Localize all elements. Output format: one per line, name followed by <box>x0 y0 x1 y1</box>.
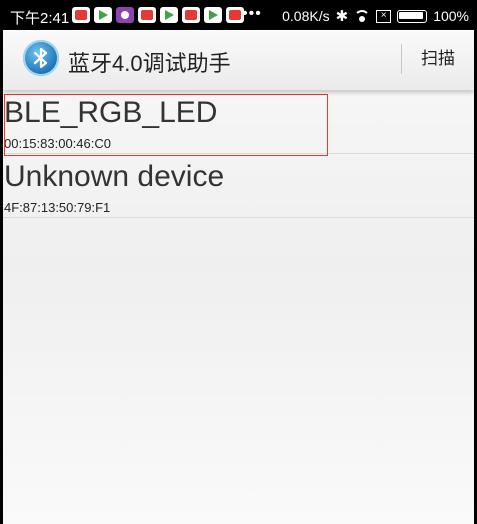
device-list: BLE_RGB_LED 00:15:83:00:46:C0 Unknown de… <box>3 90 474 524</box>
app-title: 蓝牙4.0调试助手 <box>68 51 231 76</box>
network-speed: 0.08K/s <box>282 8 330 24</box>
play-store-icon <box>204 7 222 23</box>
device-list-item[interactable]: Unknown device 4F:87:13:50:79:F1 <box>3 154 474 218</box>
more-notifications-icon: ••• <box>242 5 262 22</box>
weibo-icon <box>138 7 156 23</box>
play-store-icon <box>160 7 178 23</box>
weibo-icon <box>72 7 90 23</box>
status-bar: 下午2:41 ••• 0.08K/s ✱ × 100% <box>0 0 477 30</box>
app-icon <box>116 7 134 23</box>
notification-icons <box>72 7 244 23</box>
wifi-icon <box>354 10 371 22</box>
battery-percent: 100% <box>433 8 469 24</box>
app-bar: 蓝牙4.0调试助手 扫描 <box>3 30 474 90</box>
status-indicators: 0.08K/s ✱ × 100% <box>282 7 469 25</box>
selection-highlight <box>4 94 328 156</box>
battery-icon <box>397 9 428 23</box>
action-divider <box>401 44 402 74</box>
device-address: 4F:87:13:50:79:F1 <box>4 200 111 215</box>
play-store-icon <box>94 7 112 23</box>
bluetooth-logo-icon <box>23 40 59 76</box>
weibo-icon <box>182 7 200 23</box>
phone-screen: 下午2:41 ••• 0.08K/s ✱ × 100% 蓝牙4.0调试助手 扫描… <box>0 0 477 524</box>
device-name: Unknown device <box>4 160 225 193</box>
scan-button[interactable]: 扫描 <box>413 44 463 74</box>
status-time: 下午2:41 <box>10 10 70 27</box>
bluetooth-icon: ✱ <box>335 8 349 25</box>
no-sim-icon: × <box>376 9 392 23</box>
